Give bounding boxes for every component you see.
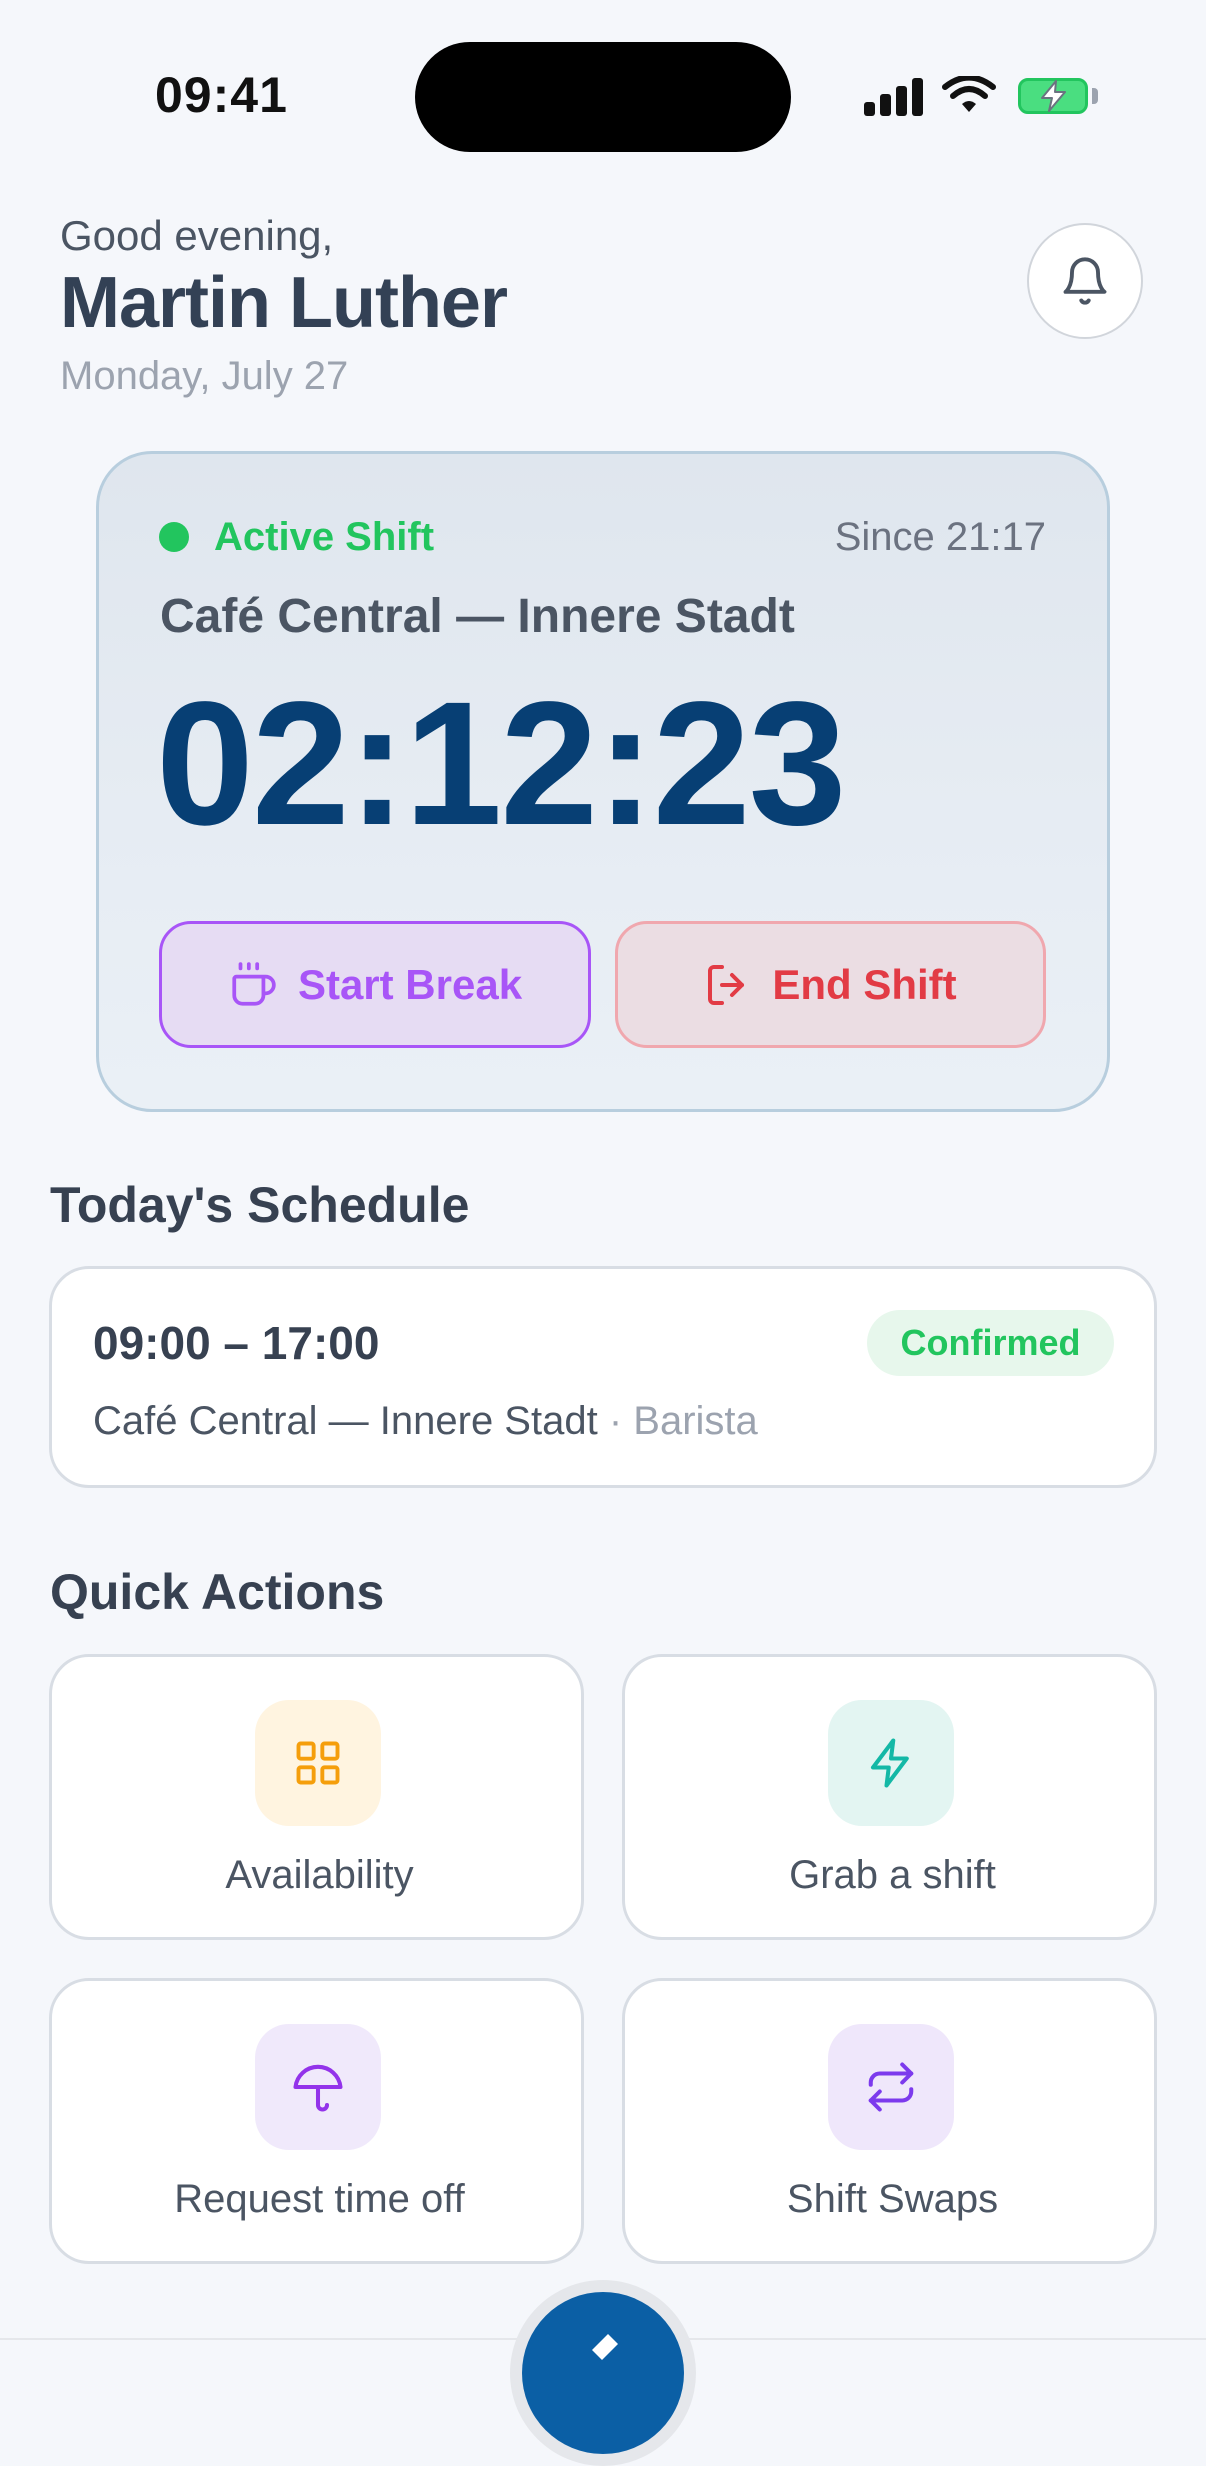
- grab-shift-label: Grab a shift: [789, 1853, 996, 1897]
- shift-timer: 02:12:23: [156, 666, 847, 862]
- availability-label: Availability: [225, 1853, 414, 1897]
- greeting-text: Good evening,: [60, 212, 334, 259]
- schedule-card[interactable]: [49, 1266, 1157, 1488]
- bell-icon: [1063, 257, 1107, 305]
- shift-swaps-label: Shift Swaps: [786, 2177, 999, 2221]
- dynamic-island: [415, 42, 791, 152]
- shift-start-time: Since 21:17: [834, 515, 1046, 559]
- grab-shift-icon-tile: [828, 1700, 954, 1826]
- shift-location: Café Central — Innere Stadt: [160, 590, 795, 643]
- shift-swaps-icon-tile: [828, 2024, 954, 2150]
- schedule-location: Café Central — Innere Stadt: [93, 1399, 598, 1443]
- schedule-section-title: Today's Schedule: [50, 1177, 470, 1233]
- lightning-icon: [870, 1738, 909, 1788]
- charging-bolt-icon: [1041, 80, 1066, 112]
- active-shift-label: Active Shift: [214, 515, 435, 559]
- status-badge: Confirmed: [867, 1310, 1114, 1376]
- logout-icon: [708, 964, 745, 1005]
- schedule-role: Barista: [633, 1399, 758, 1443]
- clock-in-icon: [592, 2334, 618, 2360]
- end-shift-label: End Shift: [772, 960, 957, 1008]
- user-name: Martin Luther: [60, 263, 508, 343]
- start-break-label: Start Break: [297, 960, 523, 1008]
- availability-icon-tile: [255, 1700, 381, 1826]
- grid-icon: [296, 1741, 340, 1785]
- swap-icon: [868, 2062, 914, 2112]
- wifi-icon: [942, 76, 996, 112]
- end-shift-button[interactable]: End Shift: [615, 921, 1046, 1048]
- quick-actions-title: Quick Actions: [50, 1564, 385, 1620]
- schedule-time-range: 09:00 – 17:00: [93, 1317, 380, 1369]
- notifications-button[interactable]: [1027, 223, 1143, 339]
- active-status-dot: [159, 522, 189, 552]
- coffee-cup-icon: [232, 961, 276, 1006]
- current-date: Monday, July 27: [60, 354, 349, 398]
- center-action-button[interactable]: [522, 2292, 684, 2454]
- shift-swaps-action[interactable]: Shift Swaps: [622, 1978, 1157, 2264]
- time-off-icon-tile: [255, 2024, 381, 2150]
- request-time-off-action[interactable]: Request time off: [49, 1978, 584, 2264]
- schedule-details: Café Central — Innere Stadt · Barista: [93, 1399, 758, 1444]
- grab-shift-action[interactable]: Grab a shift: [622, 1654, 1157, 1940]
- battery-cap: [1092, 88, 1098, 104]
- umbrella-icon: [293, 2064, 343, 2112]
- availability-action[interactable]: Availability: [49, 1654, 584, 1940]
- request-time-off-label: Request time off: [174, 2177, 465, 2221]
- schedule-separator: ·: [597, 1399, 634, 1443]
- signal-icon: [864, 78, 924, 116]
- status-time: 09:41: [155, 67, 288, 123]
- start-break-button[interactable]: Start Break: [159, 921, 591, 1048]
